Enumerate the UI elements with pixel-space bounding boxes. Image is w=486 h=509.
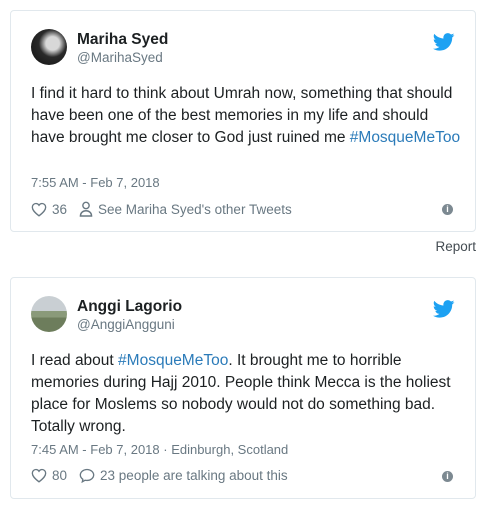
conversation-link[interactable]: 23 people are talking about this [79,468,288,483]
handle[interactable]: @AnggiAngguni [77,316,182,334]
hashtag-link[interactable]: #MosqueMeToo [350,129,460,146]
like-button[interactable]: 36 [31,202,67,217]
avatar[interactable] [31,29,67,65]
twitter-bird-icon[interactable] [433,300,455,318]
author-names[interactable]: Anggi Lagorio @AnggiAngguni [77,298,182,334]
display-name[interactable]: Mariha Syed [77,31,168,49]
like-button[interactable]: 80 [31,468,67,483]
conversation-label: 23 people are talking about this [100,468,288,483]
hashtag-link[interactable]: #MosqueMeToo [118,352,228,369]
tweet-text: I find it hard to think about Umrah now,… [31,83,461,149]
author-names[interactable]: Mariha Syed @MarihaSyed [77,31,168,67]
report-link[interactable]: Report [435,239,476,254]
other-tweets-label: See Mariha Syed's other Tweets [98,201,292,217]
avatar[interactable] [31,296,67,332]
person-icon [79,201,93,217]
timestamp[interactable]: 7:55 AM - Feb 7, 2018 [31,175,160,190]
twitter-bird-icon[interactable] [433,33,455,51]
heart-icon [31,468,47,483]
like-count: 80 [52,468,68,483]
heart-icon [31,202,47,217]
tweet-actions: 80 23 people are talking about this [31,468,300,483]
tweet-text-part: I read about [31,352,119,369]
display-name[interactable]: Anggi Lagorio [77,298,182,316]
tweet-actions: 36 See Mariha Syed's other Tweets [31,201,304,217]
timestamp[interactable]: 7:45 AM - Feb 7, 2018 · Edinburgh, Scotl… [31,442,288,457]
tweet-text: I read about #MosqueMeToo. It brought me… [31,350,461,438]
tweet-card-anggi[interactable]: Anggi Lagorio @AnggiAngguni I read about… [10,277,476,499]
tweet-header: Mariha Syed @MarihaSyed [31,29,451,69]
info-icon[interactable]: i [442,471,453,482]
info-icon[interactable]: i [442,204,453,215]
tweet-header: Anggi Lagorio @AnggiAngguni [31,296,451,336]
other-tweets-link[interactable]: See Mariha Syed's other Tweets [79,201,292,217]
like-count: 36 [52,201,68,217]
tweet-card-mariha[interactable]: Mariha Syed @MarihaSyed I find it hard t… [10,10,476,232]
speech-bubble-icon [79,468,95,483]
handle[interactable]: @MarihaSyed [77,49,168,67]
